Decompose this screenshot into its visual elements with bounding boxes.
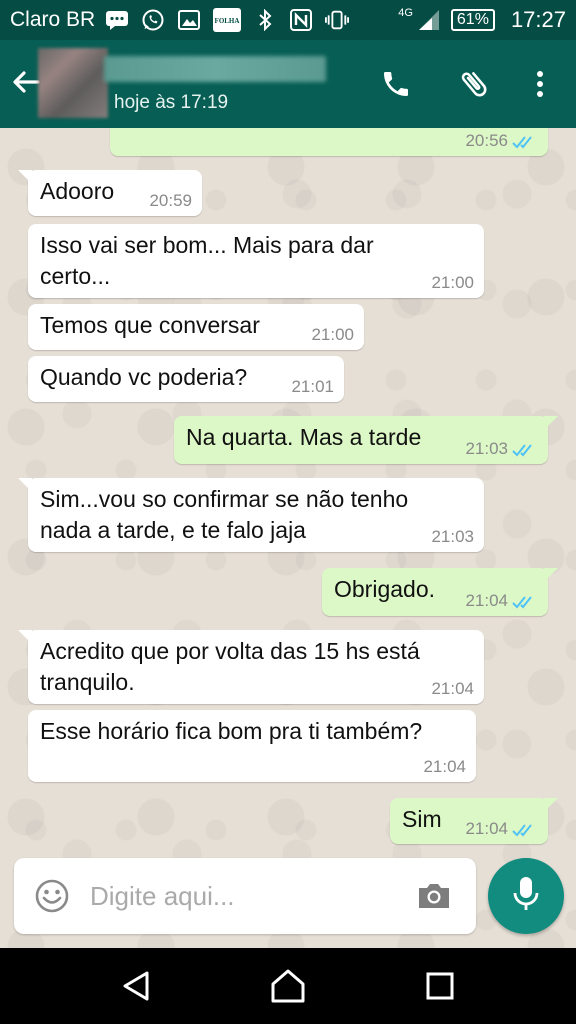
signal-icon <box>417 9 441 31</box>
message-text: Adooro <box>40 178 115 204</box>
emoji-icon[interactable] <box>34 878 70 914</box>
message-time: 21:00 <box>311 325 354 344</box>
image-icon <box>177 9 201 31</box>
message-text: Quando vc poderia? <box>40 364 248 390</box>
bluetooth-icon <box>253 9 277 31</box>
message-bubble-incoming[interactable]: Adooro 20:59 <box>18 170 202 216</box>
message-time: 21:04 <box>465 591 508 610</box>
message-bubble-outgoing[interactable]: Sim 21:04 <box>390 798 558 844</box>
network-type: 4G <box>398 7 413 19</box>
message-time: 21:00 <box>431 273 474 292</box>
message-bubble-incoming[interactable]: Sim...vou so confirmar se não tenho nada… <box>18 478 484 552</box>
news-app-icon: FOLHA <box>213 8 242 32</box>
status-bar: Claro BR FOLHA 4G 61% 17:27 <box>0 0 576 40</box>
message-time: 21:04 <box>431 679 474 698</box>
message-bubble-outgoing[interactable]: Obrigado. 21:04 <box>322 568 558 616</box>
message-time: 20:59 <box>149 191 192 210</box>
read-receipt-icon <box>512 136 532 149</box>
message-time: 21:03 <box>431 527 474 546</box>
nav-recents-icon[interactable] <box>416 962 464 1010</box>
message-icon <box>105 9 129 31</box>
read-receipt-icon <box>512 824 532 837</box>
message-text: Sim...vou so confirmar se não tenho nada… <box>40 486 409 543</box>
message-list[interactable]: 20:56 Adooro 20:59 Isso vai ser bom... M… <box>0 128 576 948</box>
contact-avatar[interactable] <box>38 48 108 118</box>
attach-clip-icon[interactable] <box>456 66 492 102</box>
system-navigation-bar <box>0 948 576 1024</box>
message-time: 21:04 <box>423 757 466 776</box>
message-bubble-incoming[interactable]: Quando vc poderia? 21:01 <box>28 356 344 402</box>
last-seen-status: hoje às 17:19 <box>114 92 229 113</box>
chat-header: hoje às 17:19 <box>0 40 576 128</box>
message-text: Obrigado. <box>334 576 436 602</box>
battery-indicator: 61% <box>450 9 495 31</box>
message-bubble-incoming[interactable]: Isso vai ser bom... Mais para dar certo.… <box>28 224 484 298</box>
message-bubble-outgoing[interactable]: Na quarta. Mas a tarde 21:03 <box>174 416 558 464</box>
phone-call-icon[interactable] <box>378 66 414 102</box>
whatsapp-icon <box>141 9 165 31</box>
carrier-name: Claro BR <box>10 8 96 31</box>
read-receipt-icon <box>512 596 532 609</box>
message-text: Esse horário fica bom pra ti também? <box>40 718 423 744</box>
camera-icon[interactable] <box>416 880 452 912</box>
more-options-icon[interactable] <box>522 66 558 102</box>
status-clock: 17:27 <box>510 7 566 32</box>
contact-name-blurred[interactable] <box>104 56 326 82</box>
message-text: Temos que conversar <box>40 312 260 338</box>
nfc-icon <box>289 9 313 31</box>
message-time: 21:04 <box>465 819 508 838</box>
message-input[interactable] <box>90 876 390 916</box>
message-bubble-outgoing[interactable]: 20:56 <box>110 128 548 156</box>
message-bubble-incoming[interactable]: Esse horário fica bom pra ti também? 21:… <box>28 710 476 782</box>
nav-home-icon[interactable] <box>264 962 312 1010</box>
vibrate-icon <box>325 9 350 31</box>
message-time: 20:56 <box>465 131 508 150</box>
message-time: 21:03 <box>465 439 508 458</box>
read-receipt-icon <box>512 444 532 457</box>
message-text: Na quarta. Mas a tarde <box>186 424 422 450</box>
message-bubble-incoming[interactable]: Temos que conversar 21:00 <box>28 304 364 350</box>
message-time: 21:01 <box>291 377 334 396</box>
notification-icons: FOLHA <box>105 8 398 32</box>
news-app-label: FOLHA <box>215 17 240 25</box>
message-text: Isso vai ser bom... Mais para dar certo.… <box>40 232 374 289</box>
microphone-icon <box>512 875 540 918</box>
message-text: Acredito que por volta das 15 hs está tr… <box>40 638 420 695</box>
message-bubble-incoming[interactable]: Acredito que por volta das 15 hs está tr… <box>18 630 484 704</box>
message-text: Sim <box>402 806 442 832</box>
message-compose-bar <box>14 858 476 934</box>
nav-back-icon[interactable] <box>112 962 160 1010</box>
voice-record-button[interactable] <box>488 858 564 934</box>
